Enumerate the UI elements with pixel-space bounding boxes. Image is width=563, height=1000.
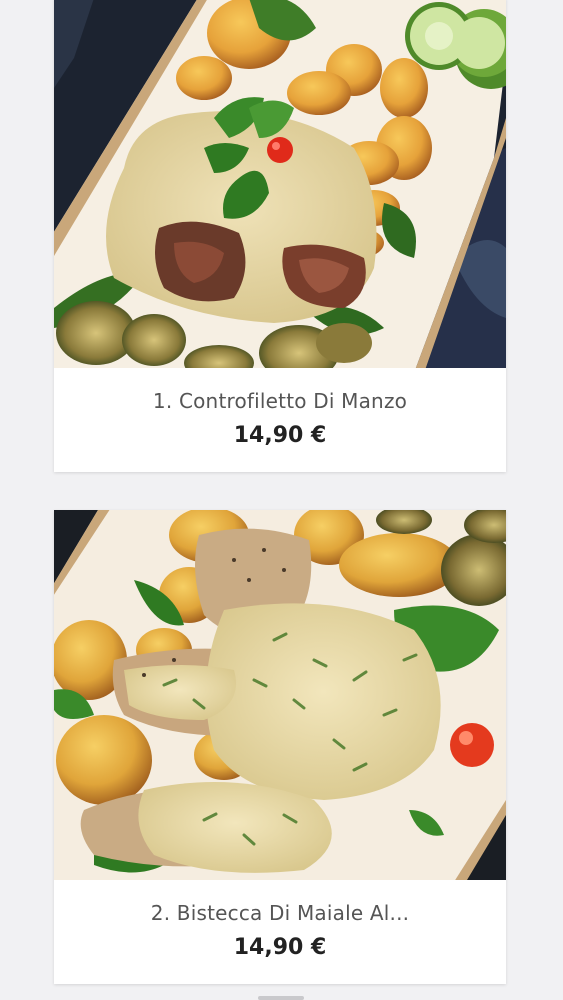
dish-name: 2. Bistecca Di Maiale Al...: [150, 901, 410, 925]
dish-name: 1. Controfiletto Di Manzo: [152, 389, 408, 413]
dish-price: 14,90 €: [233, 423, 327, 448]
beef-sirloin-dish-photo: [54, 0, 506, 368]
dish-info: 1. Controfiletto Di Manzo 14,90 €: [54, 368, 506, 472]
scroll-indicator[interactable]: [258, 996, 304, 1000]
menu-item-card[interactable]: 2. Bistecca Di Maiale Al... 14,90 €: [54, 510, 506, 984]
dish-photo[interactable]: [54, 0, 506, 368]
menu-item-card[interactable]: 1. Controfiletto Di Manzo 14,90 €: [54, 0, 506, 472]
dish-photo[interactable]: [54, 510, 506, 880]
dish-price: 14,90 €: [233, 935, 327, 960]
pork-steak-dish-photo: [54, 510, 506, 880]
dish-info: 2. Bistecca Di Maiale Al... 14,90 €: [54, 880, 506, 984]
menu-page: 1. Controfiletto Di Manzo 14,90 € 2. Bis…: [0, 0, 563, 1000]
